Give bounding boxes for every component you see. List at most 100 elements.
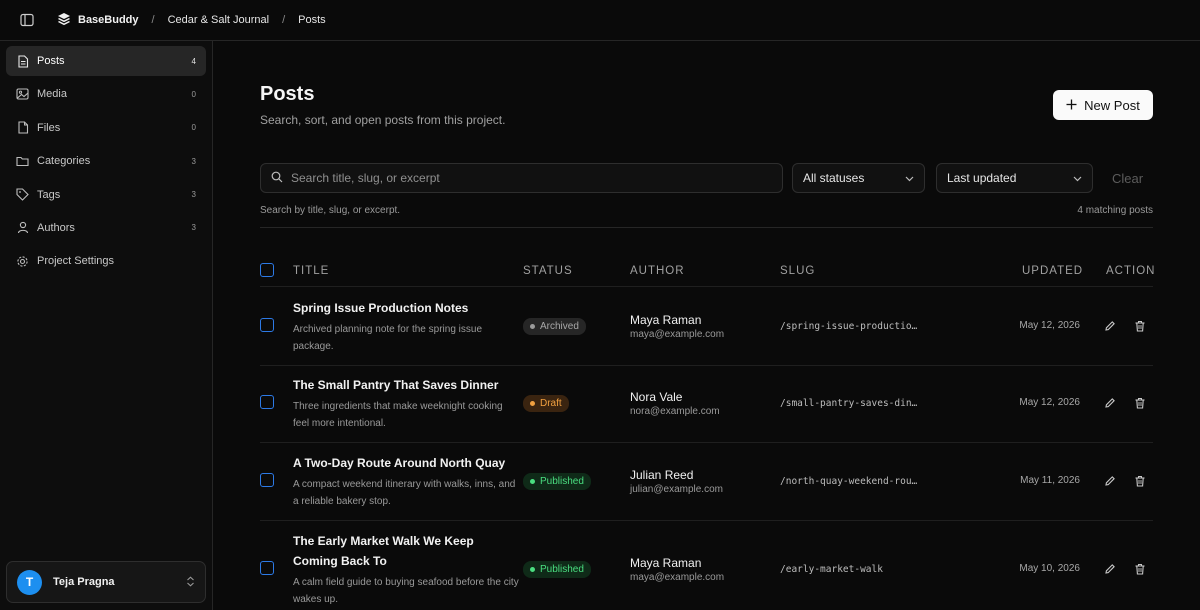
- sidebar-item-label: Project Settings: [37, 255, 115, 268]
- search-box: [260, 163, 783, 193]
- status-label: Published: [540, 564, 584, 575]
- document-icon: [16, 54, 29, 68]
- edit-pencil-icon[interactable]: [1103, 396, 1117, 410]
- sidebar-item-count: 4: [191, 56, 196, 66]
- column-header-status[interactable]: STATUS: [523, 265, 573, 277]
- table-row[interactable]: The Small Pantry That Saves Dinner Three…: [260, 366, 1153, 443]
- sidebar-item-media[interactable]: Media 0: [6, 79, 206, 109]
- sidebar-item-count: 0: [191, 123, 196, 133]
- post-title[interactable]: The Small Pantry That Saves Dinner: [293, 375, 521, 395]
- breadcrumb-current: Posts: [298, 14, 326, 26]
- sidebar-toggle-icon[interactable]: [19, 12, 35, 28]
- breadcrumb-project[interactable]: Cedar & Salt Journal: [168, 14, 270, 26]
- folder-icon: [16, 155, 29, 168]
- status-label: Archived: [540, 321, 579, 332]
- edit-pencil-icon[interactable]: [1103, 319, 1117, 333]
- sidebar-item-count: 0: [191, 89, 196, 99]
- author-email: julian@example.com: [630, 484, 723, 495]
- layers-icon: [57, 12, 71, 29]
- author-email: maya@example.com: [630, 329, 725, 340]
- status-badge: Archived: [523, 318, 586, 335]
- status-dot: [530, 324, 535, 329]
- status-filter-select[interactable]: All statuses: [792, 163, 925, 193]
- author-name: Nora Vale: [630, 390, 683, 404]
- author-email: maya@example.com: [630, 572, 725, 583]
- table-header: TITLE STATUS AUTHOR SLUG UPDATED ACTION: [260, 247, 1156, 287]
- post-title[interactable]: Spring Issue Production Notes: [293, 298, 521, 318]
- table-row[interactable]: A Two-Day Route Around North Quay A comp…: [260, 443, 1153, 521]
- delete-trash-icon[interactable]: [1133, 319, 1147, 333]
- sidebar-item-posts[interactable]: Posts 4: [6, 46, 206, 76]
- row-checkbox[interactable]: [260, 561, 274, 575]
- table-row[interactable]: The Early Market Walk We Keep Coming Bac…: [260, 521, 1153, 610]
- sidebar-item-count: 3: [191, 223, 196, 233]
- sidebar-item-count: 3: [191, 156, 196, 166]
- sidebar-item-tags[interactable]: Tags 3: [6, 180, 206, 210]
- chevron-down-icon: [1073, 171, 1082, 185]
- divider: [260, 227, 1153, 228]
- breadcrumb-separator: /: [151, 14, 155, 26]
- new-post-label: New Post: [1084, 97, 1140, 113]
- sidebar-item-authors[interactable]: Authors 3: [6, 213, 206, 243]
- post-slug: /spring-issue-productio…: [780, 321, 918, 332]
- sidebar-item-categories[interactable]: Categories 3: [6, 146, 206, 176]
- table-row[interactable]: Spring Issue Production Notes Archived p…: [260, 288, 1153, 366]
- edit-pencil-icon[interactable]: [1103, 562, 1117, 576]
- row-checkbox[interactable]: [260, 318, 274, 332]
- column-header-title[interactable]: TITLE: [293, 265, 329, 277]
- row-checkbox[interactable]: [260, 395, 274, 409]
- post-title[interactable]: A Two-Day Route Around North Quay: [293, 453, 521, 473]
- updated-date: May 11, 2026: [1020, 475, 1080, 486]
- new-post-button[interactable]: New Post: [1053, 90, 1153, 120]
- status-label: Published: [540, 476, 584, 487]
- column-header-action: ACTION: [1106, 265, 1156, 277]
- status-label: Draft: [540, 398, 562, 409]
- top-bar: BaseBuddy / Cedar & Salt Journal / Posts: [0, 0, 1200, 41]
- sidebar-item-files[interactable]: Files 0: [6, 113, 206, 143]
- status-badge: Published: [523, 561, 591, 578]
- post-slug: /early-market-walk: [780, 564, 883, 575]
- edit-pencil-icon[interactable]: [1103, 474, 1117, 488]
- search-hint: Search by title, slug, or excerpt.: [260, 205, 401, 216]
- matching-count: 4 matching posts: [1077, 205, 1153, 216]
- sidebar: Posts 4 Media 0 Files 0 Categories 3 Tag…: [0, 41, 213, 610]
- status-badge: Draft: [523, 395, 569, 412]
- column-header-slug[interactable]: SLUG: [780, 265, 815, 277]
- post-slug: /small-pantry-saves-din…: [780, 398, 918, 409]
- file-icon: [16, 121, 29, 134]
- chevron-down-icon: [905, 171, 914, 185]
- updated-date: May 12, 2026: [1019, 397, 1080, 408]
- brand-name: BaseBuddy: [78, 14, 139, 26]
- updated-date: May 12, 2026: [1019, 320, 1080, 331]
- tag-icon: [16, 188, 29, 201]
- author-name: Julian Reed: [630, 468, 694, 482]
- image-icon: [16, 88, 29, 101]
- sidebar-item-label: Posts: [37, 55, 65, 67]
- post-title[interactable]: The Early Market Walk We Keep Coming Bac…: [293, 531, 521, 571]
- sidebar-item-label: Categories: [37, 155, 91, 168]
- sidebar-item-project-settings[interactable]: Project Settings: [6, 246, 206, 276]
- delete-trash-icon[interactable]: [1133, 396, 1147, 410]
- breadcrumb-separator: /: [282, 14, 286, 26]
- select-all-checkbox[interactable]: [260, 263, 274, 277]
- sidebar-item-count: 3: [191, 190, 196, 200]
- column-header-author[interactable]: AUTHOR: [630, 265, 685, 277]
- user-name: Teja Pragna: [53, 576, 115, 588]
- sort-select[interactable]: Last updated: [936, 163, 1093, 193]
- delete-trash-icon[interactable]: [1133, 474, 1147, 488]
- sidebar-item-label: Media: [37, 88, 67, 101]
- status-dot: [530, 567, 535, 572]
- column-header-updated[interactable]: UPDATED: [1022, 265, 1083, 277]
- search-icon: [271, 171, 283, 186]
- sidebar-nav: Posts 4 Media 0 Files 0 Categories 3 Tag…: [0, 41, 212, 276]
- sidebar-item-label: Tags: [37, 188, 61, 201]
- brand[interactable]: BaseBuddy: [57, 12, 139, 29]
- status-filter-value: All statuses: [803, 171, 865, 185]
- sidebar-item-label: Files: [37, 121, 61, 134]
- search-input[interactable]: [291, 171, 782, 185]
- clear-button[interactable]: Clear: [1112, 171, 1143, 186]
- row-checkbox[interactable]: [260, 473, 274, 487]
- post-excerpt: A compact weekend itinerary with walks, …: [293, 479, 516, 507]
- user-switcher[interactable]: T Teja Pragna: [6, 561, 206, 603]
- delete-trash-icon[interactable]: [1133, 562, 1147, 576]
